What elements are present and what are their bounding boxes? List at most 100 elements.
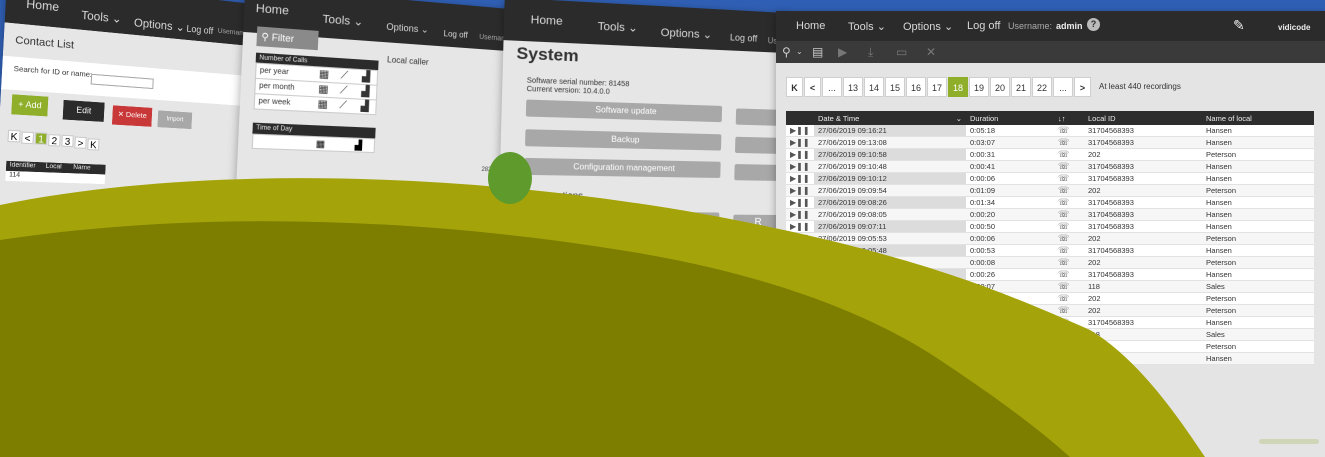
col-duration[interactable]: Duration <box>966 111 1054 125</box>
page-button[interactable]: K <box>7 129 21 143</box>
bar-chart-icon[interactable]: ▟ <box>360 101 369 113</box>
page-button[interactable]: > <box>1074 77 1091 97</box>
help-icon[interactable]: ? <box>1087 18 1100 31</box>
play-pause-icon[interactable]: ▶❚❚ <box>786 196 814 210</box>
search-icon[interactable]: ⚲ <box>782 45 791 59</box>
search-input[interactable] <box>90 73 154 90</box>
table-row[interactable]: ▶❚❚ ☏ 118 Sales <box>786 328 1314 342</box>
play-pause-icon[interactable]: ▶❚❚ <box>786 292 814 306</box>
table-row[interactable]: ▶❚❚ 27/06/2019 09:10:12 0:00:06 ☏ 3170456839… <box>786 172 1314 186</box>
play-pause-icon[interactable]: ▶❚❚ <box>786 352 814 366</box>
nav-home[interactable]: Home <box>796 20 825 32</box>
play-pause-icon[interactable]: ▶❚❚ <box>786 160 814 174</box>
line-chart-icon[interactable]: ⟋ <box>340 70 348 82</box>
close-icon[interactable]: ✕ <box>926 45 936 59</box>
page-button[interactable]: 17 <box>927 77 947 97</box>
nav-home[interactable]: Home <box>255 2 289 18</box>
page-button-active[interactable]: 18 <box>948 77 968 97</box>
table-row[interactable]: ▶❚❚ 27/06/2019 09:10:58 0:00:31 ☏ 202 Peterso… <box>786 148 1314 162</box>
table-row[interactable]: ▶❚❚ 27/06/2019 09:16:21 0:05:18 ☏ 3170456839… <box>786 125 1314 138</box>
table-row[interactable]: ▶❚❚ 27/06/2019 09:05:53 0:00:06 ☏ 202 Peterso… <box>786 232 1314 246</box>
delete-button[interactable]: ✕ Delete <box>111 105 153 127</box>
grid-icon[interactable]: ▦ <box>317 99 328 111</box>
configuration-management-button[interactable]: Configuration management <box>524 157 721 178</box>
nav-tools[interactable]: Tools ⌄ <box>598 19 638 34</box>
edit-button[interactable]: Edit <box>62 99 105 122</box>
horizontal-scrollbar[interactable] <box>1259 439 1319 444</box>
table-row[interactable]: ▶❚❚ 27/06/2019 09:13:08 0:03:07 ☏ 3170456839… <box>786 136 1314 150</box>
table-row[interactable]: ▶❚❚ 27/06/2019 09:10:48 0:00:41 ☏ 3170456839… <box>786 160 1314 174</box>
sort-chevron-icon[interactable]: ⌄ <box>956 114 962 123</box>
table-row[interactable]: ▶❚❚ 0:00:07 ☏ 118 Sales <box>786 280 1314 294</box>
page-button[interactable]: K <box>87 137 100 151</box>
add-button[interactable]: + Add <box>11 94 49 117</box>
play-pause-icon[interactable]: ▶❚❚ <box>786 220 814 234</box>
play-pause-icon[interactable]: ▶❚❚ <box>786 148 814 162</box>
page-button[interactable]: 2 <box>47 133 61 147</box>
page-button[interactable]: 22 <box>1032 77 1052 97</box>
play-pause-icon[interactable]: ▶❚❚ <box>786 184 814 198</box>
nav-options[interactable]: Options ⌄ <box>903 20 953 33</box>
page-button[interactable]: ... <box>1053 77 1073 97</box>
table-row[interactable]: ▶❚❚ 0:01:56 ☏ 202 Peterson <box>786 292 1314 306</box>
table-row[interactable]: ▶❚❚ 27/06/2019 09:08:26 0:01:34 ☏ 3170456839… <box>786 196 1314 210</box>
nav-home[interactable]: Home <box>530 14 562 28</box>
table-row[interactable]: ▶❚❚ ☏ 202 Peterson <box>786 340 1314 354</box>
line-chart-icon[interactable]: ⟋ <box>340 85 348 97</box>
nav-tools[interactable]: Tools ⌄ <box>848 20 886 33</box>
nav-tools[interactable]: Tools ⌄ <box>81 8 122 26</box>
col-local-id[interactable]: Local ID <box>1084 111 1202 125</box>
col-date-time[interactable]: Date & Time ⌄ <box>814 111 966 125</box>
play-pause-icon[interactable]: ▶❚❚ <box>786 256 814 270</box>
bar-chart-icon[interactable]: ▟ <box>362 71 371 83</box>
play-pause-icon[interactable]: ▶❚❚ <box>786 208 814 222</box>
nav-options[interactable]: Options ⌄ <box>386 21 429 36</box>
nav-home[interactable]: Home <box>26 0 59 14</box>
comment-icon[interactable]: ▭ <box>896 45 907 59</box>
nav-options[interactable]: Options ⌄ <box>134 16 185 35</box>
col-direction[interactable]: ↓↑ <box>1054 111 1084 125</box>
play-pause-icon[interactable]: ▶❚❚ <box>786 328 814 342</box>
page-button[interactable]: 3 <box>61 135 74 148</box>
page-button[interactable]: < <box>21 131 35 144</box>
nav-logoff[interactable]: Log off <box>443 29 468 40</box>
filter-button[interactable]: ⚲ Filter <box>256 26 319 51</box>
page-button[interactable]: 1 <box>34 132 48 146</box>
page-button[interactable]: 19 <box>969 77 989 97</box>
line-chart-icon[interactable]: ⟋ <box>339 100 347 112</box>
download-icon[interactable]: ⤓ <box>868 45 873 60</box>
grid-icon[interactable]: ▦ <box>316 138 326 150</box>
nav-logoff[interactable]: Log off <box>967 20 1000 32</box>
page-button[interactable]: 13 <box>843 77 863 97</box>
table-row[interactable]: ▶❚❚ 27/06/2019 09:09:54 0:01:09 ☏ 202 Peterso… <box>786 184 1314 198</box>
document-icon[interactable]: ▤ <box>812 45 823 59</box>
grid-icon[interactable]: ▦ <box>319 69 330 81</box>
play-pause-icon[interactable]: ▶❚❚ <box>786 125 814 138</box>
play-pause-icon[interactable]: ▶❚❚ <box>786 304 814 318</box>
play-pause-icon[interactable]: ▶❚❚ <box>786 280 814 294</box>
table-row[interactable]: ▶❚❚ ☏ 31704568393 Hansen <box>786 316 1314 330</box>
nav-options[interactable]: Options ⌄ <box>660 26 712 42</box>
page-button[interactable]: 20 <box>990 77 1010 97</box>
play-pause-icon[interactable]: ▶❚❚ <box>786 340 814 354</box>
table-row[interactable]: ▶❚❚ 27/06/2019 09:08:05 0:00:20 ☏ 3170456839… <box>786 208 1314 222</box>
bar-chart-icon[interactable]: ▟ <box>354 140 363 152</box>
chevron-down-icon[interactable]: ⌄ <box>796 47 803 56</box>
play-icon[interactable]: ▶ <box>838 45 847 59</box>
play-pause-icon[interactable]: ▶❚❚ <box>786 268 814 282</box>
page-button[interactable]: 14 <box>864 77 884 97</box>
table-row[interactable]: ▶❚❚ ☏ 202 Peterson <box>786 304 1314 318</box>
col-name-of-local[interactable]: Name of local <box>1202 111 1314 125</box>
backup-button[interactable]: Backup <box>525 129 722 151</box>
page-button[interactable]: 15 <box>885 77 905 97</box>
table-row[interactable]: ▶❚❚ 27/06/2019 09:05:48 0:00:53 ☏ 3170456839… <box>786 244 1314 258</box>
action-button[interactable] <box>522 210 720 229</box>
nav-logoff[interactable]: Log off <box>730 32 758 43</box>
table-row[interactable]: ▶❚❚ 27/06/2019 09:05:18 0:00:08 ☏ 202 Peterso… <box>786 256 1314 270</box>
play-pause-icon[interactable]: ▶❚❚ <box>786 136 814 150</box>
grid-icon[interactable]: ▦ <box>318 84 329 96</box>
play-pause-icon[interactable]: ▶❚❚ <box>786 172 814 186</box>
play-pause-icon[interactable]: ▶❚❚ <box>786 244 814 258</box>
play-pause-icon[interactable]: ▶❚❚ <box>786 232 814 246</box>
page-button[interactable]: ... <box>822 77 842 97</box>
